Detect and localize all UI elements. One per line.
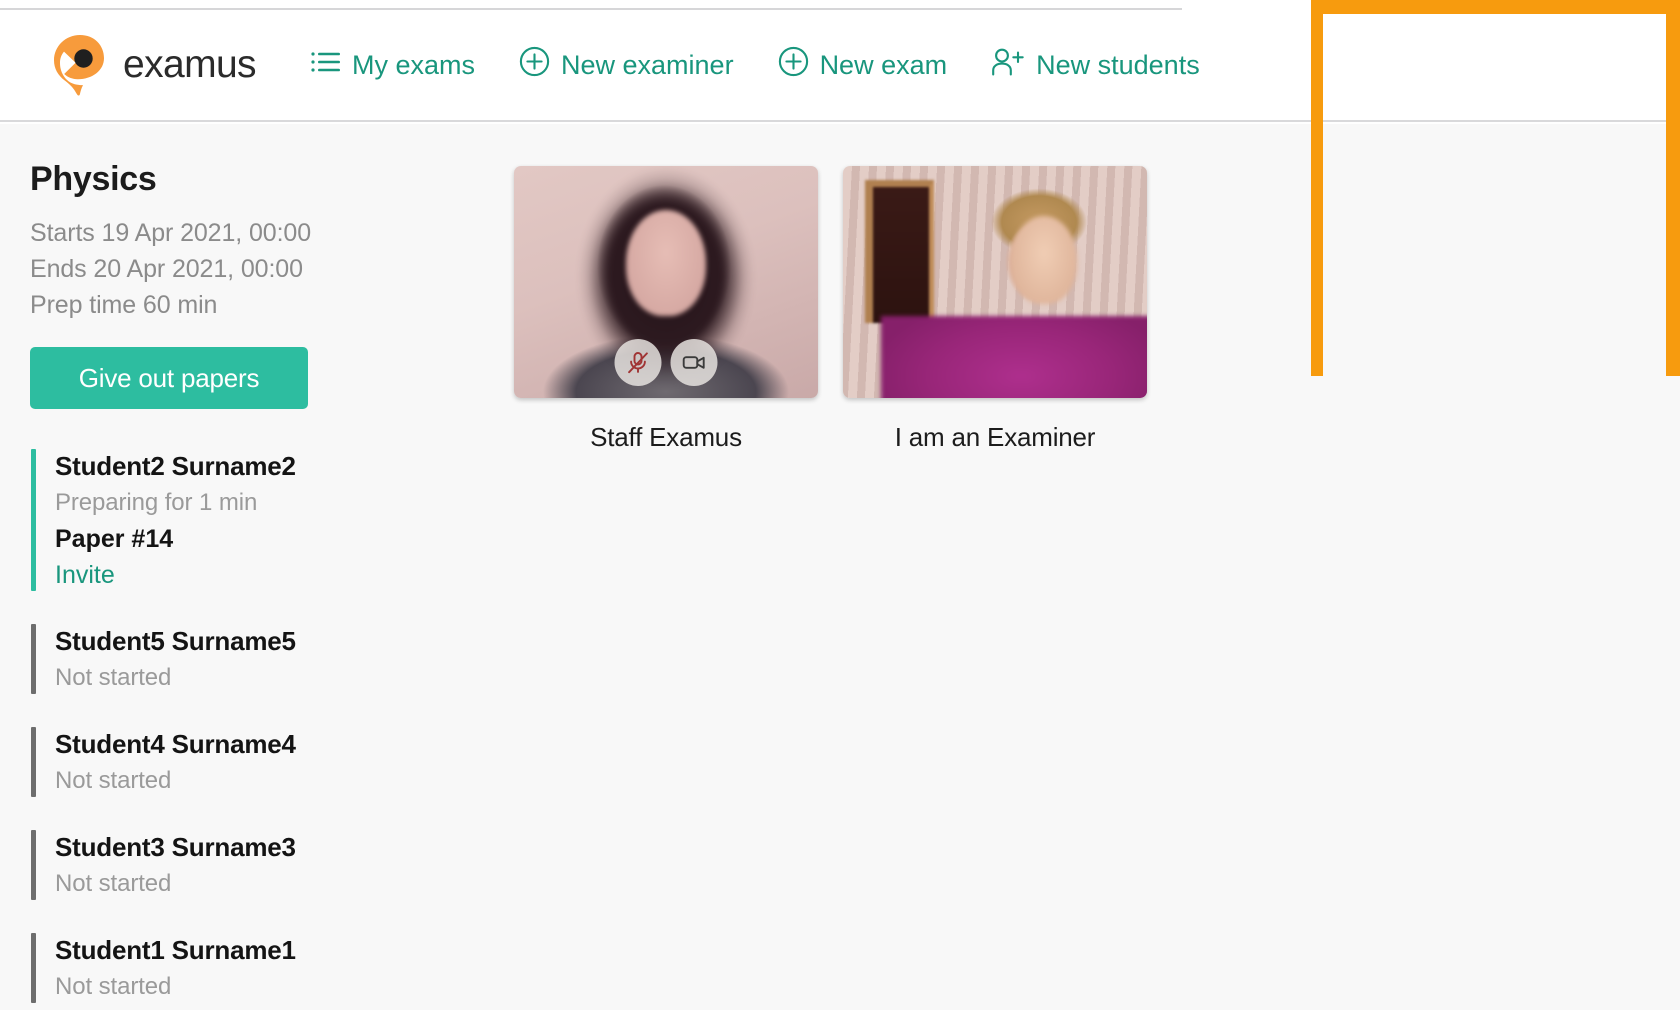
microphone-off-icon[interactable] xyxy=(614,339,662,386)
brand-logo[interactable]: examus xyxy=(50,34,257,96)
student-status: Not started xyxy=(55,973,172,1000)
window-chrome-divider xyxy=(0,8,1182,10)
nav-item-label: My exams xyxy=(351,49,475,80)
exam-side-panel: Physics Starts 19 Apr 2021, 00:00 Ends 2… xyxy=(30,160,470,1010)
user-plus-icon xyxy=(991,47,1025,84)
exam-prep-time: Prep time 60 min xyxy=(30,291,218,319)
nav-item-new-exam[interactable]: New exam xyxy=(756,38,970,92)
student-status: Preparing for 1 min xyxy=(55,489,258,516)
student-paper: Paper #14 xyxy=(55,525,174,553)
nav-item-my-exams[interactable]: My exams xyxy=(289,41,497,90)
video-camera-icon[interactable] xyxy=(670,339,718,386)
app-root: examus My exams New examiner New exam Ne… xyxy=(0,0,1680,1010)
page-content: Physics Starts 19 Apr 2021, 00:00 Ends 2… xyxy=(0,124,1680,1010)
nav-item-label: New examiner xyxy=(561,49,734,80)
main-navigation: My exams New examiner New exam New stude… xyxy=(289,38,1222,92)
student-status: Not started xyxy=(55,767,172,794)
plus-circle-icon xyxy=(519,46,550,84)
student-name: Student1 Surname1 xyxy=(55,935,296,965)
participant-video[interactable] xyxy=(843,166,1147,398)
student-name: Student4 Surname4 xyxy=(55,729,296,759)
video-grid: Staff Examus I am an Examiner xyxy=(514,166,1147,453)
nav-item-label: New students xyxy=(1036,49,1200,80)
page-title: Physics xyxy=(30,160,157,198)
participant-name: Staff Examus xyxy=(590,422,742,452)
list-icon xyxy=(311,49,341,82)
nav-item-new-students[interactable]: New students xyxy=(969,39,1222,92)
student-name: Student2 Surname2 xyxy=(55,451,296,481)
list-item[interactable]: Student4 Surname4 Not started xyxy=(30,723,470,801)
student-list: Student2 Surname2 Preparing for 1 min Pa… xyxy=(30,445,470,1007)
participant-video[interactable] xyxy=(514,166,818,398)
app-header: examus My exams New examiner New exam Ne… xyxy=(0,10,1680,122)
student-status: Not started xyxy=(55,664,172,691)
list-item[interactable]: Student3 Surname3 Not started xyxy=(30,826,470,904)
examus-eye-pin-logo-icon xyxy=(50,34,110,96)
list-item[interactable]: Student5 Surname5 Not started xyxy=(30,620,470,698)
invite-link[interactable]: Invite xyxy=(55,557,115,593)
media-controls xyxy=(614,339,718,386)
nav-item-new-examiner[interactable]: New examiner xyxy=(497,38,756,92)
exam-end-time: Ends 20 Apr 2021, 00:00 xyxy=(30,255,303,283)
participant-tile: I am an Examiner xyxy=(843,166,1147,453)
give-out-papers-button[interactable]: Give out papers xyxy=(30,347,308,409)
list-item[interactable]: Student2 Surname2 Preparing for 1 min Pa… xyxy=(30,445,470,595)
list-item[interactable]: Student1 Surname1 Not started xyxy=(30,929,470,1007)
participant-tile: Staff Examus xyxy=(514,166,818,453)
nav-item-label: New exam xyxy=(819,49,948,80)
student-name: Student3 Surname3 xyxy=(55,832,296,862)
decor-face xyxy=(1011,216,1077,304)
exam-start-time: Starts 19 Apr 2021, 00:00 xyxy=(30,219,312,247)
student-name: Student5 Surname5 xyxy=(55,626,296,656)
participant-name: I am an Examiner xyxy=(894,422,1096,452)
decor-glasses xyxy=(637,246,695,259)
brand-name: examus xyxy=(123,43,257,86)
student-status: Not started xyxy=(55,870,172,897)
plus-circle-icon xyxy=(778,46,809,84)
